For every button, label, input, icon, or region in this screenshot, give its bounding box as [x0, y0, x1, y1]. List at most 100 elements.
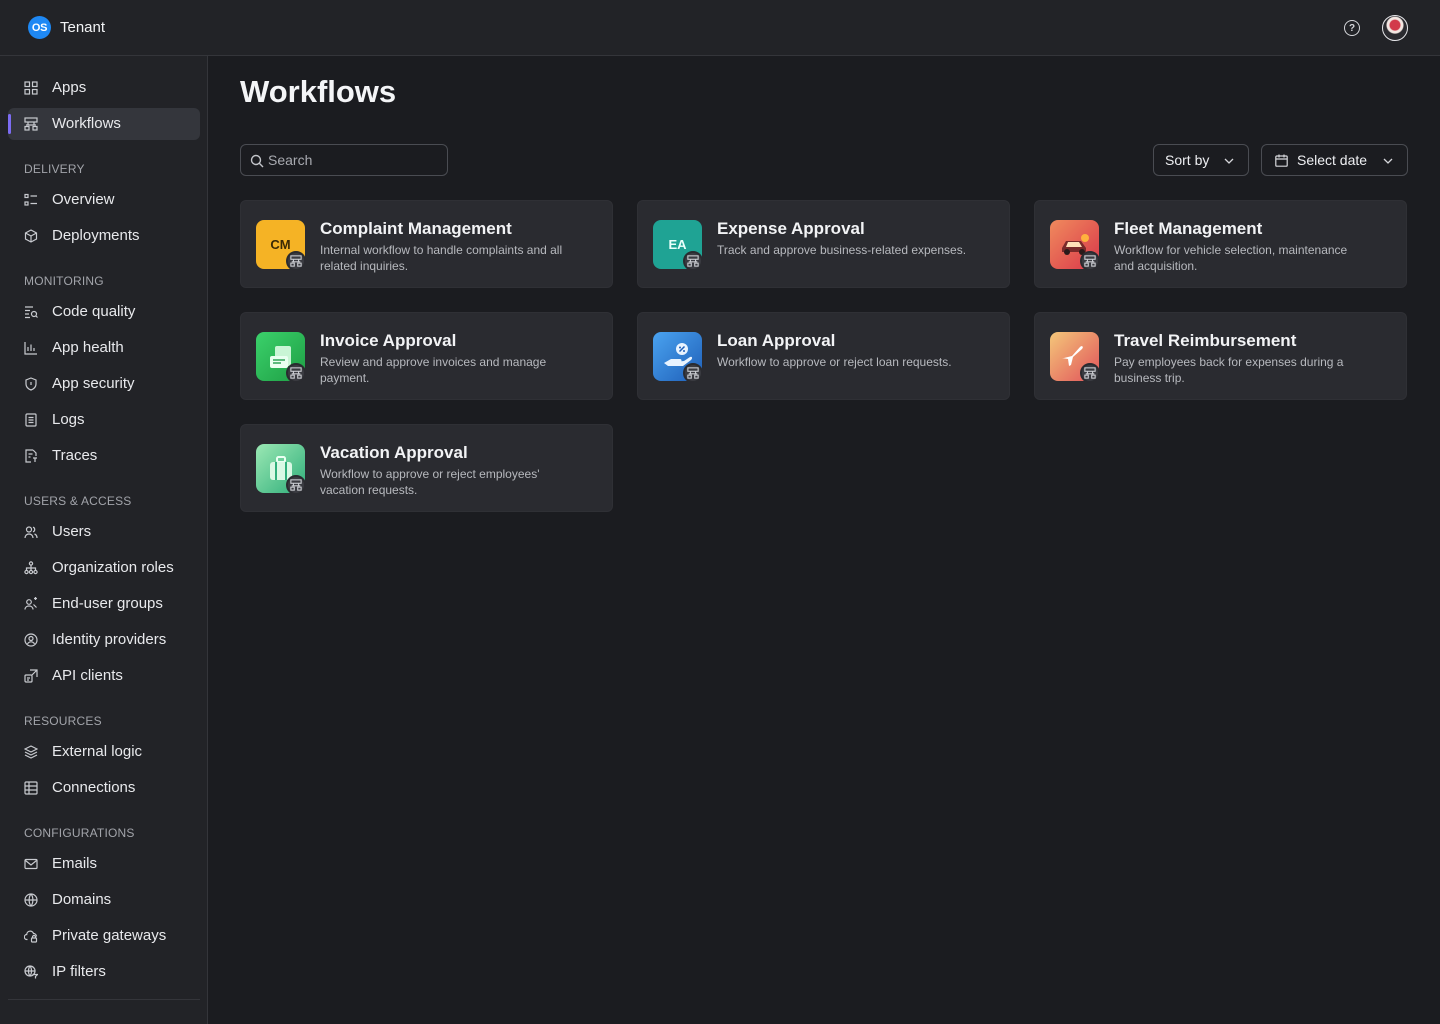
sidebar-item-domains[interactable]: Domains: [8, 884, 200, 916]
workflow-badge-icon: [1080, 251, 1100, 271]
workflow-card-loan-approval[interactable]: Loan Approval Workflow to approve or rej…: [637, 312, 1010, 400]
mail-icon: [24, 858, 38, 870]
globe-filter-icon: [24, 965, 38, 979]
sidebar-item-private-gateways[interactable]: Private gateways: [8, 920, 200, 952]
sidebar-item-apps[interactable]: Apps: [8, 72, 200, 104]
card-description: Workflow to approve or reject employees'…: [320, 467, 540, 497]
brand[interactable]: OS Tenant: [28, 16, 105, 39]
sidebar-item-identity-providers[interactable]: Identity providers: [8, 624, 200, 656]
sidebar-item-app-security[interactable]: App security: [8, 368, 200, 400]
section-monitoring: MONITORING: [24, 274, 104, 288]
workflow-badge-icon: [1080, 363, 1100, 383]
workflow-badge-icon: [286, 475, 306, 495]
workflow-badge-icon: [683, 363, 703, 383]
workflow-card-fleet-management[interactable]: Fleet Management Workflow for vehicle se…: [1034, 200, 1407, 288]
card-title: Complaint Management: [320, 219, 512, 238]
sidebar-item-label: App health: [52, 339, 124, 356]
sidebar-item-label: IP filters: [52, 963, 106, 980]
search-icon: [250, 154, 264, 168]
trace-icon: [25, 449, 37, 463]
section-configurations: CONFIGURATIONS: [24, 826, 135, 840]
search-box[interactable]: [240, 144, 448, 176]
select-date-label: Select date: [1297, 152, 1368, 168]
grid-icon: [24, 81, 38, 95]
sidebar-item-label: External logic: [52, 743, 143, 760]
card-title: Travel Reimbursement: [1114, 331, 1297, 350]
workflow-card-expense-approval[interactable]: EA Expense Approval Track and approve bu…: [637, 200, 1010, 288]
list-icon: [24, 193, 37, 206]
globe-icon: [24, 893, 38, 907]
sidebar-item-code-quality[interactable]: Code quality: [8, 296, 200, 328]
workflow-badge-icon: [683, 251, 703, 271]
chevron-down-icon: [1383, 158, 1393, 164]
org-roles-icon: [24, 561, 38, 575]
section-delivery: DELIVERY: [24, 162, 85, 176]
search-input[interactable]: [268, 145, 444, 175]
sidebar-item-label: End-user groups: [52, 595, 163, 612]
sidebar: Apps Workflows DELIVERY Overview Deploym…: [0, 56, 208, 1024]
cloud-lock-icon: [24, 930, 38, 943]
sidebar-item-label: Connections: [52, 779, 136, 796]
bar-chart-icon: [24, 342, 37, 355]
workflow-icon: [24, 117, 38, 131]
help-icon[interactable]: ?: [1344, 20, 1360, 36]
card-title: Loan Approval: [717, 331, 836, 350]
sidebar-item-label: Code quality: [52, 303, 136, 320]
sidebar-item-emails[interactable]: Emails: [8, 848, 200, 880]
top-actions: ?: [1344, 15, 1408, 41]
groups-icon: [24, 597, 37, 610]
workflow-card-invoice-approval[interactable]: Invoice Approval Review and approve invo…: [240, 312, 613, 400]
sidebar-item-label: Apps: [52, 79, 87, 96]
tenant-logo-icon: OS: [28, 16, 51, 39]
code-quality-icon: [25, 306, 38, 319]
calendar-icon: [1275, 154, 1288, 167]
sidebar-item-api-clients[interactable]: API clients: [8, 660, 200, 692]
card-title: Fleet Management: [1114, 219, 1263, 238]
sidebar-item-app-health[interactable]: App health: [8, 332, 200, 364]
card-description: Internal workflow to handle complaints a…: [320, 243, 563, 273]
sidebar-item-label: Domains: [52, 891, 112, 908]
connections-icon: [24, 781, 38, 795]
card-description: Pay employees back for expenses during a…: [1114, 355, 1344, 385]
sidebar-item-label: Traces: [52, 447, 98, 464]
sidebar-item-connections[interactable]: Connections: [8, 772, 200, 804]
sidebar-item-end-user-groups[interactable]: End-user groups: [8, 588, 200, 620]
workflow-badge-icon: [286, 251, 306, 271]
workflow-card-vacation-approval[interactable]: Vacation Approval Workflow to approve or…: [240, 424, 613, 512]
avatar[interactable]: [1382, 15, 1408, 41]
sort-by-dropdown[interactable]: Sort by: [1153, 144, 1249, 176]
document-icon: [25, 413, 37, 427]
users-icon: [24, 526, 38, 539]
sidebar-item-label: Overview: [52, 191, 115, 208]
workflow-badge-icon: [286, 363, 306, 383]
sidebar-item-label: Users: [52, 523, 92, 540]
cube-icon: [24, 229, 38, 243]
sidebar-divider: [8, 999, 200, 1000]
sidebar-item-logs[interactable]: Logs: [8, 404, 200, 436]
sidebar-item-label: Deployments: [52, 227, 140, 244]
section-users-access: USERS & ACCESS: [24, 494, 132, 508]
sidebar-item-traces[interactable]: Traces: [8, 440, 200, 472]
layers-icon: [24, 745, 38, 759]
sidebar-item-label: App security: [52, 375, 135, 392]
select-date-dropdown[interactable]: Select date: [1261, 144, 1408, 176]
chevron-down-icon: [1224, 158, 1234, 164]
sidebar-item-label: API clients: [52, 667, 123, 684]
sidebar-item-label: Organization roles: [52, 559, 174, 576]
card-title: Expense Approval: [717, 219, 865, 238]
workflow-card-complaint-management[interactable]: CM Complaint Management Internal workflo…: [240, 200, 613, 288]
top-bar: OS Tenant ?: [0, 0, 1440, 56]
sidebar-item-external-logic[interactable]: External logic: [8, 736, 200, 768]
workflow-card-travel-reimbursement[interactable]: Travel Reimbursement Pay employees back …: [1034, 312, 1407, 400]
identity-icon: [24, 633, 38, 647]
sidebar-item-organization-roles[interactable]: Organization roles: [8, 552, 200, 584]
sidebar-item-label: Identity providers: [52, 631, 167, 648]
sidebar-item-ip-filters[interactable]: IP filters: [8, 956, 200, 988]
sort-by-label: Sort by: [1165, 152, 1210, 168]
sidebar-item-workflows[interactable]: Workflows: [8, 108, 200, 140]
card-description: Workflow for vehicle selection, maintena…: [1114, 243, 1348, 273]
card-title: Invoice Approval: [320, 331, 457, 350]
sidebar-item-users[interactable]: Users: [8, 516, 200, 548]
sidebar-item-deployments[interactable]: Deployments: [8, 220, 200, 252]
sidebar-item-overview[interactable]: Overview: [8, 184, 200, 216]
